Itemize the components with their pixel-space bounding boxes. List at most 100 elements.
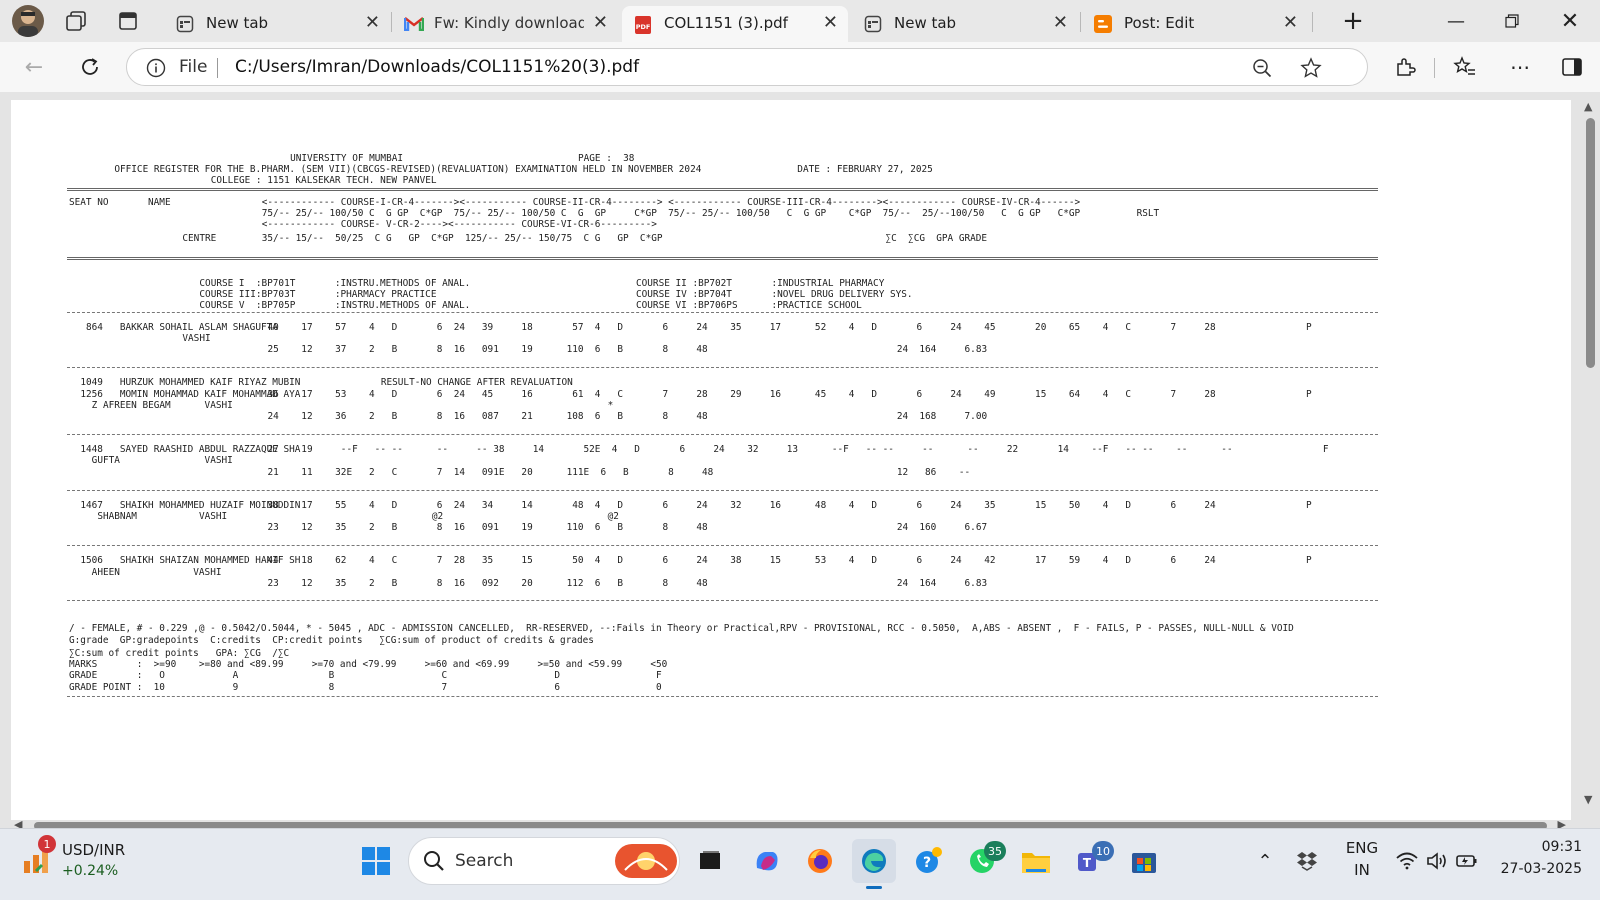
vertical-scroll-thumb[interactable] <box>1586 118 1595 368</box>
record-line: SHABNAM VASHI <box>97 511 228 522</box>
gmail-icon <box>403 15 425 33</box>
double-rule <box>67 257 1378 260</box>
pdf-viewer: UNIVERSITY OF MUMBAI PAGE : 38 OFFICE REG… <box>0 92 1600 828</box>
file-explorer-icon[interactable] <box>1014 839 1058 883</box>
teams-badge: 10 <box>1092 841 1114 861</box>
battery-icon[interactable] <box>1452 839 1482 883</box>
profile-avatar[interactable] <box>12 5 44 37</box>
record-line: 23 12 35 2 B 8 16 091 19 110 6 B 8 48 <box>267 522 708 533</box>
clock[interactable]: 09:31 27-03-2025 <box>1494 839 1590 883</box>
column-heading-line: CENTRE <box>182 233 217 244</box>
record-separator-rule <box>67 600 1378 601</box>
minimize-button[interactable]: — <box>1428 0 1484 42</box>
record-line: 1049 HURZUK MOHAMMED KAIF RIYAZ MUBIN <box>80 377 301 388</box>
widget-change: +0.24% <box>62 863 119 879</box>
legend-line: / - FEMALE, # - 0.229 ,@ - 0.5042/O.5044… <box>69 623 1294 634</box>
legend-line: G:grade GP:gradepoints C:credits CP:cred… <box>69 635 594 646</box>
sidebar-toggle-icon[interactable] <box>1558 54 1586 80</box>
teams-icon[interactable]: T 10 <box>1068 839 1114 883</box>
clock-date: 27-03-2025 <box>1500 861 1582 877</box>
url-text[interactable]: C:/Users/Imran/Downloads/COL1151%20(3).p… <box>235 57 639 77</box>
course-title-line: COURSE IV :BP704T :NOVEL DRUG DELIVERY S… <box>636 289 913 300</box>
blogger-icon <box>1094 15 1112 33</box>
new-tab-plus-icon[interactable]: + <box>1338 6 1368 36</box>
record-line: @2 <box>431 511 444 522</box>
tab-bar: New tab ✕ Fw: Kindly download RE ✕ PDF C… <box>0 0 1600 42</box>
scroll-up-arrow-icon[interactable]: ▲ <box>1584 100 1592 113</box>
vertical-tabs-icon[interactable] <box>114 9 142 33</box>
tray-overflow-chevron-icon[interactable]: ⌃ <box>1250 839 1280 883</box>
column-heading-line: ∑C ∑CG GPA GRADE <box>885 233 988 244</box>
column-heading-line: SEAT NO NAME <box>69 197 171 208</box>
record-line: Z AFREEN BEGAM VASHI <box>91 400 233 411</box>
extensions-icon[interactable] <box>1392 54 1418 80</box>
new-tab-icon <box>176 15 194 33</box>
record-line: 12 86 -- <box>896 467 971 478</box>
dropbox-icon[interactable] <box>1290 839 1324 883</box>
store-icon[interactable] <box>1122 839 1166 883</box>
legend-line: GRADE POINT : 10 9 8 7 6 0 <box>69 682 662 693</box>
close-window-button[interactable]: ✕ <box>1542 0 1598 42</box>
back-arrow-icon[interactable]: ← <box>20 54 48 80</box>
tab-new-tab-2[interactable]: New tab ✕ <box>852 6 1078 42</box>
restore-button[interactable] <box>1484 0 1540 42</box>
whatsapp-icon[interactable]: 35 <box>960 839 1006 883</box>
taskbar-search[interactable]: Search <box>408 837 680 885</box>
wifi-icon[interactable] <box>1392 839 1422 883</box>
info-icon[interactable] <box>145 57 167 79</box>
widget-title: USD/INR <box>62 841 126 859</box>
record-line: 24 168 7.00 <box>896 411 988 422</box>
svg-text:T: T <box>1083 856 1092 870</box>
close-tab-icon[interactable]: ✕ <box>365 12 380 33</box>
tab-new-tab-1[interactable]: New tab ✕ <box>164 6 390 42</box>
record-line: 21 11 32E 2 C 7 14 091E 20 111E 6 B 8 48 <box>267 467 714 478</box>
record-line: 27 19 --F -- -- -- -- 38 14 52E 4 D 6 24… <box>267 444 1329 455</box>
widget-badge: 1 <box>38 835 56 853</box>
record-line: 38 17 55 4 D 6 24 34 14 48 4 D 6 24 32 1… <box>267 500 1312 511</box>
whatsapp-badge: 35 <box>984 841 1006 861</box>
legend-line: MARKS : >=90 >=80 and <89.99 >=70 and <7… <box>69 659 668 670</box>
favorite-star-icon[interactable] <box>1299 56 1323 80</box>
record-line: 25 12 37 2 B 8 16 091 19 110 6 B 8 48 <box>267 344 708 355</box>
taskbar: 1 USD/INR +0.24% Search ? 35 T 10 ⌃ ENG … <box>0 828 1600 900</box>
column-heading-line: <------------ COURSE- V-CR-2----><------… <box>261 219 657 230</box>
refresh-icon[interactable] <box>76 54 104 80</box>
tab-pdf-active[interactable]: PDF COL1151 (3).pdf ✕ <box>622 6 848 42</box>
browser-toolbar: ← File C:/Users/Imran/Downloads/COL1151%… <box>0 42 1600 92</box>
double-rule <box>67 188 1378 191</box>
help-icon[interactable]: ? <box>906 839 950 883</box>
record-line: 23 12 35 2 B 8 16 092 20 112 6 B 8 48 <box>267 578 708 589</box>
tab-label: New tab <box>894 14 957 32</box>
copilot-icon[interactable] <box>744 839 788 883</box>
tab-divider <box>1080 12 1081 32</box>
legend-line: GRADE : O A B C D F <box>69 670 662 681</box>
address-bar[interactable]: File C:/Users/Imran/Downloads/COL1151%20… <box>126 48 1368 86</box>
column-heading-line: 75/-- 25/-- 100/50 C G GP C*GP 75/-- 25/… <box>261 208 1160 219</box>
tab-gmail[interactable]: Fw: Kindly download RE ✕ <box>392 6 618 42</box>
close-tab-icon[interactable]: ✕ <box>593 12 608 33</box>
tab-blogger[interactable]: Post: Edit ✕ <box>1082 6 1308 42</box>
firefox-icon[interactable] <box>798 839 842 883</box>
volume-icon[interactable] <box>1422 839 1452 883</box>
favorites-list-icon[interactable] <box>1452 54 1478 80</box>
search-icon <box>423 850 445 876</box>
new-tab-icon <box>864 15 882 33</box>
edge-icon[interactable] <box>852 839 896 889</box>
close-tab-icon[interactable]: ✕ <box>1283 12 1298 33</box>
close-tab-icon[interactable]: ✕ <box>1053 12 1068 33</box>
workspaces-icon[interactable] <box>62 9 90 33</box>
zoom-out-icon[interactable] <box>1251 57 1273 79</box>
svg-text:PDF: PDF <box>636 23 651 31</box>
task-view-icon[interactable] <box>688 839 732 883</box>
language-indicator[interactable]: ENG IN <box>1340 839 1384 883</box>
report-header-line: COLLEGE : 1151 KALSEKAR TECH. NEW PANVEL <box>210 175 437 186</box>
close-tab-icon[interactable]: ✕ <box>823 12 838 33</box>
vertical-scrollbar[interactable]: ▲ ▼ <box>1582 100 1598 806</box>
more-options-icon[interactable]: ⋯ <box>1506 54 1534 80</box>
start-button[interactable] <box>354 839 398 883</box>
widget-market[interactable]: 1 USD/INR +0.24% <box>16 835 166 889</box>
record-line: RESULT-NO CHANGE AFTER REVALUATION <box>380 377 573 388</box>
tab-label: Fw: Kindly download RE <box>434 14 584 32</box>
pdf-icon: PDF <box>634 15 652 34</box>
scroll-down-arrow-icon[interactable]: ▼ <box>1584 793 1592 806</box>
